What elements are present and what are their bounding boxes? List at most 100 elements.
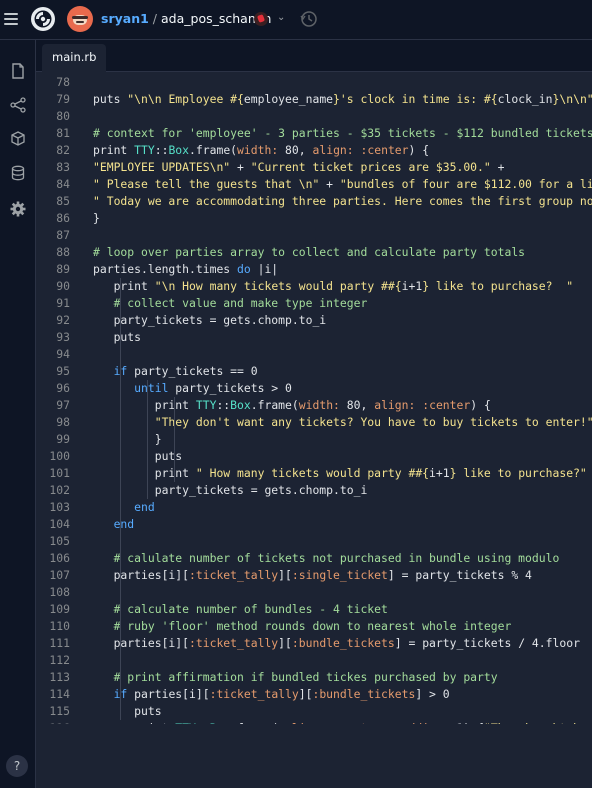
code-text: "They don't want any tickets? You have t… bbox=[93, 415, 592, 429]
code-text: puts "\n\n Employee #{employee_name}'s c… bbox=[93, 92, 592, 106]
code-token: Box bbox=[168, 143, 190, 157]
code-token: # collect value and make type integer bbox=[93, 296, 368, 310]
code-text: } bbox=[93, 432, 162, 446]
code-token: .frame( bbox=[189, 143, 238, 157]
code-text: # print affirmation if bundled tickes pu… bbox=[93, 670, 498, 684]
code-token: } like to purchase? " bbox=[422, 279, 574, 293]
replit-logo-icon[interactable] bbox=[30, 6, 56, 32]
code-text: # collect value and make type integer bbox=[93, 296, 368, 310]
code-line[interactable]: 86} bbox=[36, 210, 592, 227]
line-number: 101 bbox=[49, 466, 70, 480]
chevron-down-icon[interactable]: ⌄ bbox=[277, 12, 285, 23]
code-text: print TTY::Box.frame(width: 80, align: :… bbox=[93, 398, 491, 412]
code-line[interactable]: 84 " Please tell the guests that \n" + "b… bbox=[36, 176, 592, 193]
line-number: 111 bbox=[49, 636, 70, 650]
line-number: 79 bbox=[56, 92, 70, 106]
code-token: "They don't want any tickets? You have t… bbox=[93, 415, 592, 429]
files-icon[interactable] bbox=[9, 62, 27, 80]
code-token: } bbox=[93, 211, 100, 225]
code-token: ] > 0 bbox=[415, 687, 450, 701]
code-token: # calulate number of tickets not purchas… bbox=[93, 551, 560, 565]
code-text: party_tickets = gets.chomp.to_i bbox=[93, 313, 327, 327]
history-icon[interactable] bbox=[300, 10, 318, 28]
line-number: 84 bbox=[56, 177, 70, 191]
code-line[interactable]: 81 # context for 'employee' - 3 parties -… bbox=[36, 125, 592, 142]
line-number: 81 bbox=[56, 126, 70, 140]
menu-icon[interactable] bbox=[4, 13, 18, 25]
code-token: } like to purchase?" bbox=[449, 466, 587, 480]
packages-icon[interactable] bbox=[9, 130, 27, 148]
code-token: party_tickets = gets.chomp.to_i bbox=[93, 313, 327, 327]
code-token: align: bbox=[374, 398, 416, 412]
repl-status-icon[interactable] bbox=[254, 12, 268, 26]
code-text: puts bbox=[93, 449, 182, 463]
code-token: :: bbox=[154, 143, 169, 157]
line-number: 78 bbox=[56, 75, 70, 89]
tab-main-rb[interactable]: main.rb bbox=[42, 44, 107, 72]
code-token: Box bbox=[230, 398, 251, 412]
code-token: puts bbox=[93, 704, 162, 718]
code-token: ) { bbox=[470, 398, 491, 412]
code-line[interactable]: 80 bbox=[36, 108, 592, 125]
avatar[interactable] bbox=[67, 6, 93, 32]
code-token: :center bbox=[360, 143, 409, 157]
code-token: parties.length.times bbox=[93, 262, 238, 276]
line-number: 114 bbox=[49, 687, 70, 701]
code-line[interactable]: 88 # loop over parties array to collect a… bbox=[36, 244, 592, 261]
code-text: # calculate number of bundles - 4 ticket bbox=[93, 602, 388, 616]
code-text: print TTY::Box.frame(width: 80, align: :… bbox=[93, 143, 429, 157]
line-number: 80 bbox=[56, 109, 70, 123]
code-line[interactable]: 79 puts "\n\n Employee #{employee_name}'s… bbox=[36, 91, 592, 108]
code-token: :bundle_tickets bbox=[291, 636, 395, 650]
line-number: 82 bbox=[56, 143, 70, 157]
code-token: ][ bbox=[278, 636, 292, 650]
line-number: 107 bbox=[49, 568, 70, 582]
code-token: TTY bbox=[195, 398, 217, 412]
line-number: 106 bbox=[49, 551, 70, 565]
code-token: align: bbox=[312, 143, 354, 157]
code-line[interactable]: 82 print TTY::Box.frame(width: 80, align:… bbox=[36, 142, 592, 159]
line-number: 96 bbox=[56, 381, 70, 395]
line-number: 95 bbox=[56, 364, 70, 378]
code-line[interactable]: 78 bbox=[36, 74, 592, 91]
code-token: print bbox=[93, 466, 196, 480]
code-editor[interactable]: 78 79 puts "\n\n Employee #{employee_name}… bbox=[36, 72, 592, 724]
code-text: parties[i][:ticket_tally][:single_ticket… bbox=[93, 568, 532, 582]
left-sidebar bbox=[0, 40, 36, 788]
code-token: :ticket_tally bbox=[209, 687, 299, 701]
code-line[interactable]: 83 "EMPLOYEE UPDATES\n" + "Current ticket… bbox=[36, 159, 592, 176]
code-token: }'s clock in time is: #{ bbox=[333, 92, 498, 106]
code-token: "\n How many tickets would party ##{ bbox=[154, 279, 402, 293]
line-number: 98 bbox=[56, 415, 70, 429]
code-text: puts bbox=[93, 704, 162, 718]
code-text: "EMPLOYEE UPDATES\n" + "Current ticket p… bbox=[93, 160, 504, 174]
code-token: } bbox=[93, 432, 162, 446]
code-token: |i| bbox=[250, 262, 279, 276]
indent-guide bbox=[174, 397, 175, 482]
code-token: i+1 bbox=[401, 279, 423, 293]
database-icon[interactable] bbox=[9, 164, 27, 182]
indent-guide bbox=[147, 380, 148, 499]
git-icon[interactable] bbox=[9, 96, 27, 114]
code-token: " Please tell the guests that \n" bbox=[93, 177, 320, 191]
code-text: puts bbox=[93, 330, 141, 344]
line-number: 86 bbox=[56, 211, 70, 225]
code-token: }\n\n" bbox=[552, 92, 592, 106]
line-number: 94 bbox=[56, 347, 70, 361]
line-number: 99 bbox=[56, 432, 70, 446]
code-line[interactable]: 85 " Today we are accommodating three par… bbox=[36, 193, 592, 210]
username-link[interactable]: sryan1 bbox=[101, 11, 149, 26]
code-token: "bundles of four are $112.00 for a limit… bbox=[339, 177, 592, 191]
settings-icon[interactable] bbox=[9, 200, 27, 218]
top-bar: sryan1/ada_pos_schanen ⌄ bbox=[0, 0, 592, 40]
code-token: ] = party_tickets / 4.floor bbox=[394, 636, 580, 650]
line-number: 85 bbox=[56, 194, 70, 208]
help-button[interactable]: ? bbox=[6, 755, 28, 777]
line-number: 108 bbox=[49, 585, 70, 599]
code-line[interactable]: 89 parties.length.times do |i| bbox=[36, 261, 592, 278]
code-line[interactable]: 87 bbox=[36, 227, 592, 244]
code-text: } bbox=[93, 211, 100, 225]
code-token: " Today we are accommodating three parti… bbox=[93, 194, 592, 208]
code-text: if party_tickets == 0 bbox=[93, 364, 258, 378]
